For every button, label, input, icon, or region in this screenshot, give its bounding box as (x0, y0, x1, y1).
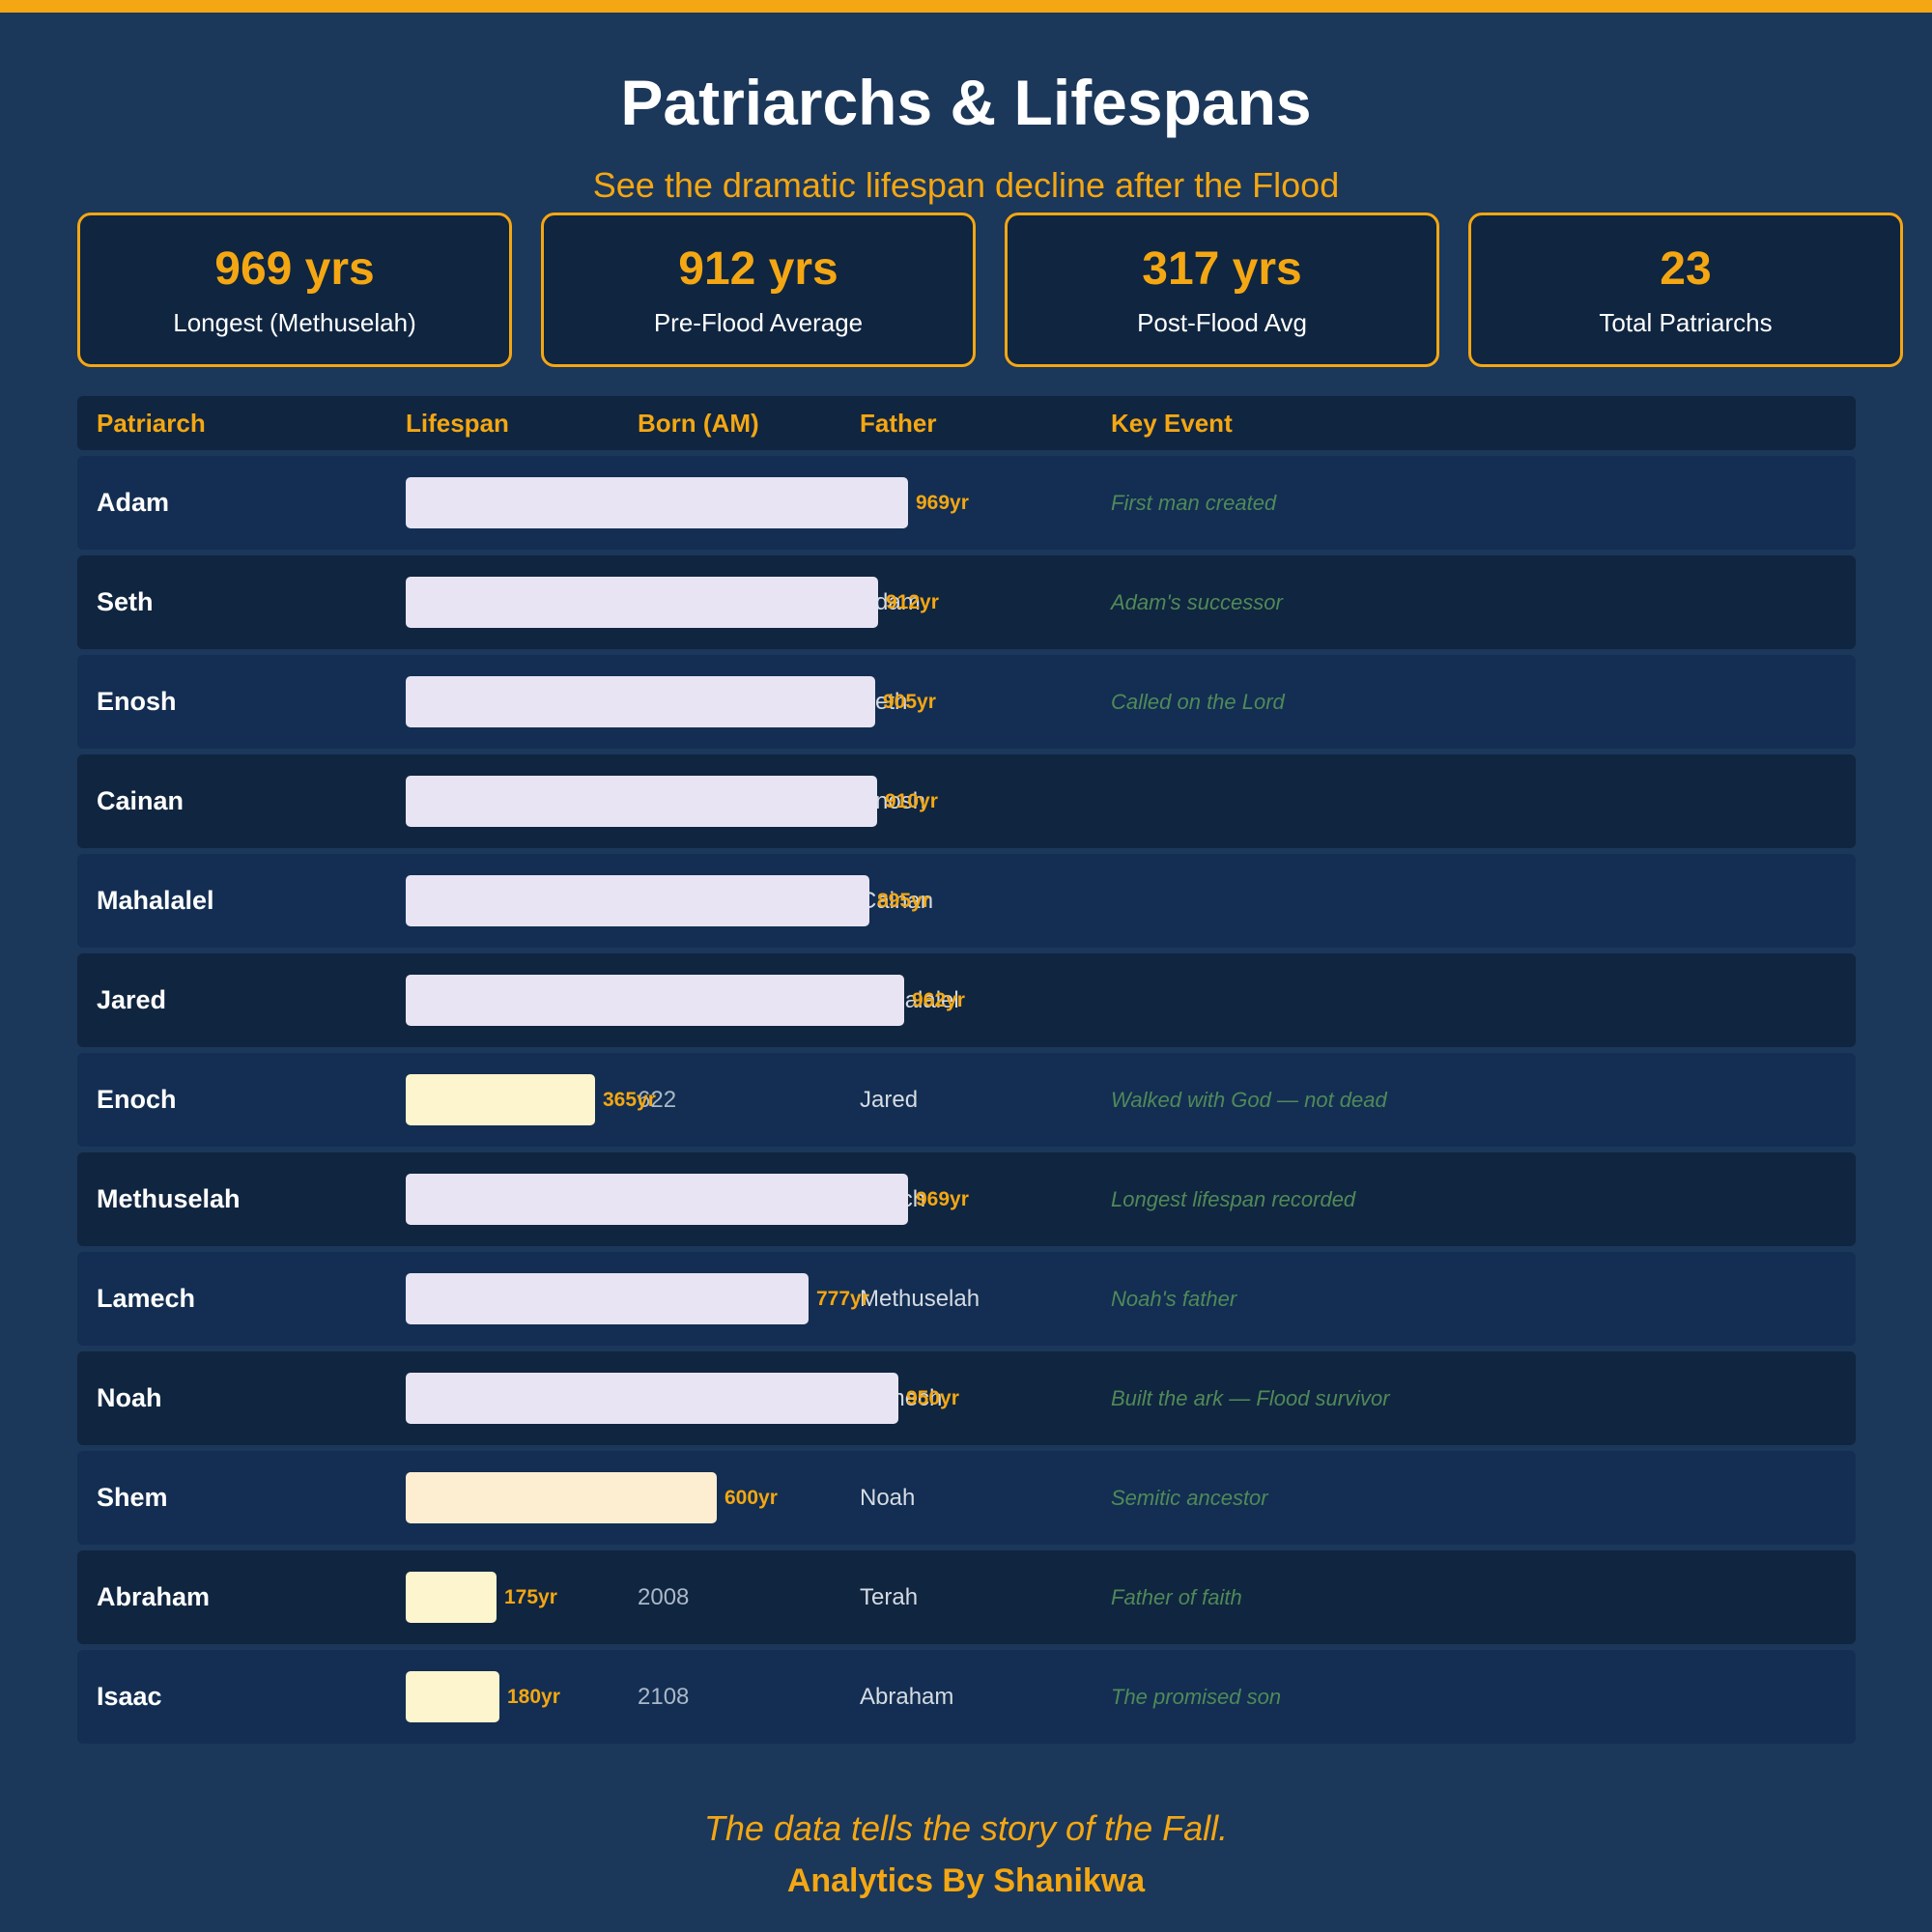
patriarch-name: Enosh (97, 687, 177, 716)
lifespan-bar (406, 1572, 497, 1623)
table-header: Patriarch Lifespan Born (AM) Father Key … (77, 396, 1856, 450)
lifespan-bar (406, 1273, 809, 1324)
stat-card-total-patriarchs: 23 Total Patriarchs (1468, 213, 1903, 367)
born-year: 2108 (638, 1684, 690, 1710)
lifespan-value-label: 905yr (883, 691, 936, 713)
patriarch-name: Methuselah (97, 1184, 241, 1213)
lifespan-value-label: 910yr (885, 790, 938, 812)
stat-label: Pre-Flood Average (653, 308, 864, 337)
column-header-key-event: Key Event (1111, 409, 1233, 438)
stat-value: 23 (1660, 243, 1712, 295)
patriarch-name: Mahalalel (97, 886, 214, 915)
patriarch-name: Seth (97, 587, 154, 616)
lifespan-value-label: 950yr (906, 1387, 959, 1409)
footer-credit: Analytics By Shanikwa (786, 1862, 1146, 1899)
column-header-born: Born (AM) (638, 409, 759, 438)
lifespan-value-label: 175yr (504, 1586, 557, 1608)
table-row: Mahalalel395Cainan895yr (77, 854, 1856, 948)
table-row: Adam1First man created969yr (77, 456, 1856, 550)
born-year: 2008 (638, 1584, 690, 1610)
key-event: Semitic ancestor (1111, 1486, 1268, 1510)
page-subtitle: See the dramatic lifespan decline after … (592, 165, 1340, 205)
key-event: Walked with God — not dead (1111, 1088, 1387, 1112)
father-name: Methuselah (860, 1286, 980, 1312)
lifespan-bar (406, 776, 877, 827)
lifespan-value-label: 969yr (916, 492, 969, 514)
key-event: Father of faith (1111, 1585, 1242, 1609)
table-row: Abraham 2008 Terah Father of faith 175yr (77, 1550, 1856, 1644)
lifespan-value-label: 180yr (507, 1686, 560, 1708)
patriarch-name: Noah (97, 1383, 162, 1412)
patriarch-name: Isaac (97, 1682, 162, 1711)
page-title: Patriarchs & Lifespans (620, 67, 1312, 138)
table-row: Isaac 2108 Abraham The promised son 180yr (77, 1650, 1856, 1744)
patriarch-name: Jared (97, 985, 167, 1014)
lifespan-value-label: 969yr (916, 1188, 969, 1210)
lifespan-value-label: 365yr (603, 1089, 656, 1111)
father-name: Jared (860, 1087, 919, 1113)
table-row: Jared460Mahalalel962yr (77, 953, 1856, 1047)
column-header-father: Father (860, 409, 937, 438)
key-event: Noah's father (1111, 1287, 1237, 1311)
patriarch-name: Lamech (97, 1284, 196, 1313)
key-event: Called on the Lord (1111, 690, 1285, 714)
lifespan-value-label: 912yr (886, 591, 939, 613)
lifespan-value-label: 777yr (816, 1288, 869, 1310)
patriarch-name: Enoch (97, 1085, 177, 1114)
key-event: The promised son (1111, 1685, 1282, 1709)
stat-card-longest: 969 yrs Longest (Methuselah) (77, 213, 512, 367)
patriarch-name: Adam (97, 488, 170, 517)
table-row: Seth130AdamAdam's successor912yr (77, 555, 1856, 649)
footer-quote: The data tells the story of the Fall. (703, 1808, 1229, 1848)
patriarch-name: Abraham (97, 1582, 211, 1611)
father-name: Abraham (860, 1684, 954, 1710)
father-name: Noah (860, 1485, 916, 1511)
lifespan-bar (406, 1373, 898, 1424)
table-row: Enosh235SethCalled on the Lord905yr (77, 655, 1856, 749)
father-name: Terah (860, 1584, 919, 1610)
lifespan-bar (406, 1174, 908, 1225)
stat-value: 317 yrs (1142, 243, 1302, 295)
key-event: Adam's successor (1111, 590, 1283, 614)
lifespan-value-label: 962yr (912, 989, 965, 1011)
table-row: Lamech874MethuselahNoah's father777yr (77, 1252, 1856, 1346)
column-header-patriarch: Patriarch (97, 409, 206, 438)
stat-card-pre-flood-average: 912 yrs Pre-Flood Average (541, 213, 976, 367)
lifespan-bar (406, 477, 908, 528)
key-event: Built the ark — Flood survivor (1111, 1386, 1390, 1410)
key-event: Longest lifespan recorded (1111, 1187, 1356, 1211)
lifespan-bar (406, 1074, 595, 1125)
top-accent-bar (0, 0, 1932, 13)
patriarch-name: Cainan (97, 786, 185, 815)
lifespan-bar (406, 1671, 499, 1722)
stat-label: Post-Flood Avg (1137, 308, 1307, 337)
lifespan-bar (406, 577, 878, 628)
table-row: Shem1558NoahSemitic ancestor600yr (77, 1451, 1856, 1545)
table-row: Methuselah687EnochLongest lifespan recor… (77, 1152, 1856, 1246)
table-row: Noah1056LamechBuilt the ark — Flood surv… (77, 1351, 1856, 1445)
lifespan-value-label: 895yr (877, 890, 930, 912)
stat-label: Total Patriarchs (1599, 308, 1773, 337)
lifespan-bar (406, 975, 904, 1026)
stat-value: 912 yrs (678, 243, 838, 295)
table-row: Cainan325Enosh910yr (77, 754, 1856, 848)
table-row: Enoch 622 Jared Walked with God — not dead 3… (77, 1053, 1856, 1147)
lifespan-bar (406, 875, 869, 926)
column-header-lifespan: Lifespan (406, 409, 509, 438)
patriarch-name: Shem (97, 1483, 168, 1512)
lifespan-value-label: 600yr (724, 1487, 778, 1509)
stat-value: 969 yrs (214, 243, 375, 295)
stat-label: Longest (Methuselah) (173, 308, 416, 337)
lifespan-bar (406, 1472, 717, 1523)
stat-card-post-flood-average: 317 yrs Post-Flood Avg (1005, 213, 1439, 367)
lifespan-bar (406, 676, 875, 727)
key-event: First man created (1111, 491, 1277, 515)
